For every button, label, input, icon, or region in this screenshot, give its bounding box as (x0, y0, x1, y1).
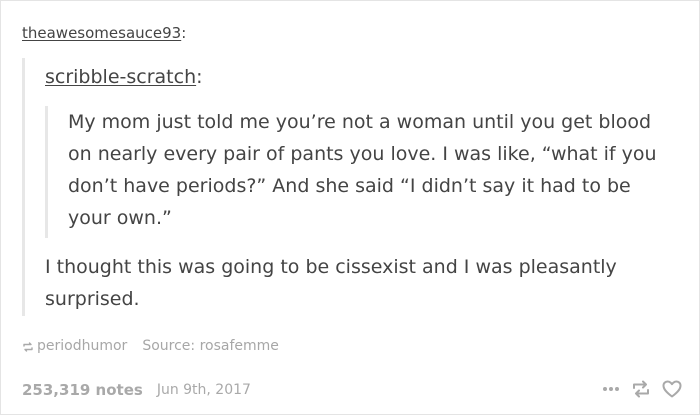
source-link[interactable]: Source: rosafemme (142, 337, 279, 355)
post-date[interactable]: Jun 9th, 2017 (157, 382, 251, 398)
tag-link[interactable]: periodhumor (37, 337, 127, 355)
notes-count[interactable]: 253,319 notes (22, 381, 143, 399)
original-quote: My mom just told me you’re not a woman u… (45, 106, 668, 238)
tags-row: periodhumor Source: rosafemme (22, 337, 279, 355)
quoted-author-colon: : (196, 66, 203, 88)
reblog-icon (22, 340, 34, 352)
post-footer: 253,319 notes Jun 9th, 2017 (22, 380, 682, 400)
post-author: theawesomesauce93: (22, 24, 186, 42)
heart-icon (662, 380, 682, 398)
more-dots-icon[interactable] (602, 386, 620, 392)
author-link[interactable]: theawesomesauce93 (22, 24, 181, 42)
quoted-author: scribble-scratch: (45, 64, 203, 90)
original-post-text: My mom just told me you’re not a woman u… (68, 111, 657, 229)
quoted-author-link[interactable]: scribble-scratch (45, 66, 196, 88)
post-actions (591, 380, 682, 398)
reblog-quote: scribble-scratch: My mom just told me yo… (22, 58, 665, 316)
reply-text: I thought this was going to be cissexist… (45, 256, 617, 310)
reblog-button[interactable] (631, 380, 651, 398)
like-button[interactable] (662, 380, 682, 398)
author-colon: : (181, 24, 187, 42)
post-card: theawesomesauce93: scribble-scratch: My … (0, 0, 700, 415)
reblog-icon (633, 380, 649, 398)
